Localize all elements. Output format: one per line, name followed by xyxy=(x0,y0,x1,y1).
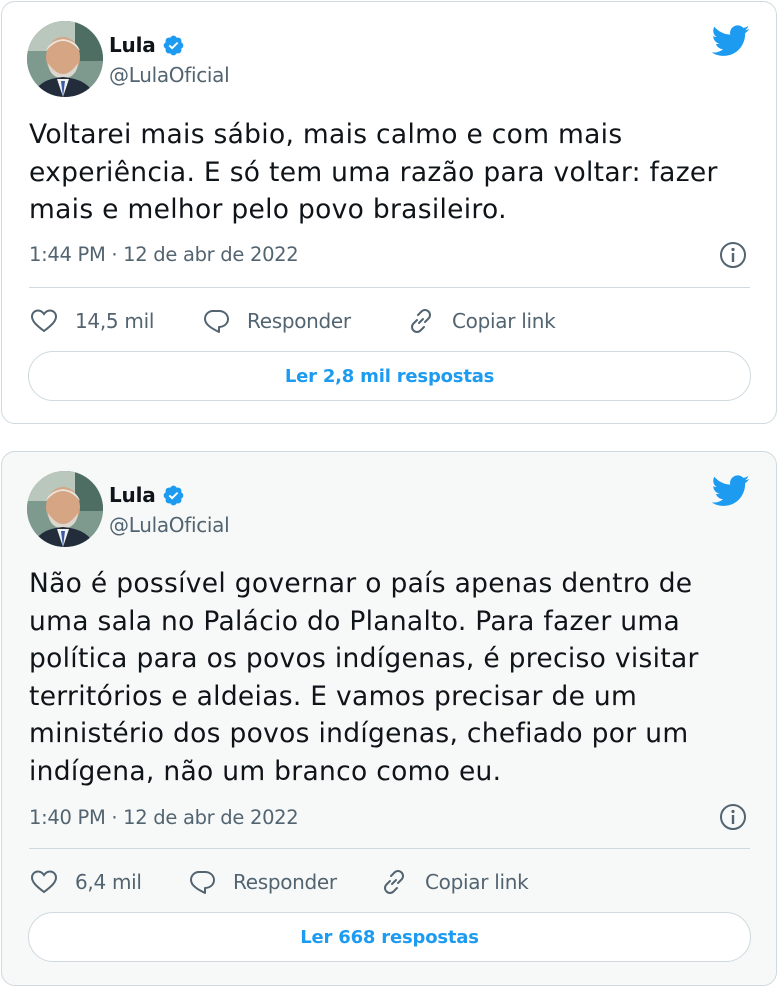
author-handle[interactable]: @LulaOficial xyxy=(109,513,230,537)
heart-icon xyxy=(30,870,58,894)
author-name[interactable]: Lula xyxy=(109,33,156,57)
link-icon xyxy=(384,870,404,894)
twitter-bird-icon[interactable] xyxy=(711,475,750,507)
avatar[interactable] xyxy=(27,471,103,547)
tweet-text: Não é possível governar o país apenas de… xyxy=(29,568,699,787)
tweet-card[interactable]: Lula @LulaOficial Voltarei mais sábio, m… xyxy=(1,1,777,424)
tweet-actions: 14,5 mil Responder Copiar link xyxy=(29,305,556,337)
divider xyxy=(29,848,750,849)
author-name-row[interactable]: Lula xyxy=(109,32,185,58)
verified-badge-icon xyxy=(162,484,185,507)
speech-bubble-icon xyxy=(204,310,229,333)
copy-link-label: Copiar link xyxy=(452,309,556,333)
divider xyxy=(29,287,750,288)
reply-label: Responder xyxy=(233,870,337,894)
info-icon[interactable] xyxy=(718,802,748,832)
copy-link-button[interactable]: Copiar link xyxy=(379,867,529,897)
like-count: 6,4 mil xyxy=(75,870,142,894)
read-replies-button[interactable]: Ler 2,8 mil respostas xyxy=(28,351,751,401)
speech-bubble-icon xyxy=(190,871,215,894)
info-icon[interactable] xyxy=(718,240,748,270)
tweet-actions: 6,4 mil Responder Copiar link xyxy=(29,866,529,898)
like-button[interactable]: 6,4 mil xyxy=(29,867,187,897)
author-handle[interactable]: @LulaOficial xyxy=(109,63,230,87)
tweet-feed: Lula @LulaOficial Voltarei mais sábio, m… xyxy=(0,0,780,989)
tweet-card[interactable]: Lula @LulaOficial Não é possível governa… xyxy=(1,451,777,986)
author-name-row[interactable]: Lula xyxy=(109,482,185,508)
author-name[interactable]: Lula xyxy=(109,483,156,507)
copy-link-button[interactable]: Copiar link xyxy=(406,306,556,336)
tweet-timestamp[interactable]: 1:44 PM · 12 de abr de 2022 xyxy=(29,243,299,266)
verified-badge-icon xyxy=(162,34,185,57)
reply-label: Responder xyxy=(247,309,351,333)
twitter-bird-icon[interactable] xyxy=(711,25,750,57)
like-count: 14,5 mil xyxy=(75,309,155,333)
read-replies-button[interactable]: Ler 668 respostas xyxy=(28,912,751,962)
reply-button[interactable]: Responder xyxy=(201,306,406,336)
copy-link-label: Copiar link xyxy=(425,870,529,894)
heart-icon xyxy=(30,309,58,333)
avatar[interactable] xyxy=(27,21,103,97)
reply-button[interactable]: Responder xyxy=(187,867,379,897)
tweet-text: Voltarei mais sábio, mais calmo e com ma… xyxy=(29,119,718,225)
like-button[interactable]: 14,5 mil xyxy=(29,306,201,336)
link-icon xyxy=(411,309,431,333)
tweet-timestamp[interactable]: 1:40 PM · 12 de abr de 2022 xyxy=(29,806,299,829)
